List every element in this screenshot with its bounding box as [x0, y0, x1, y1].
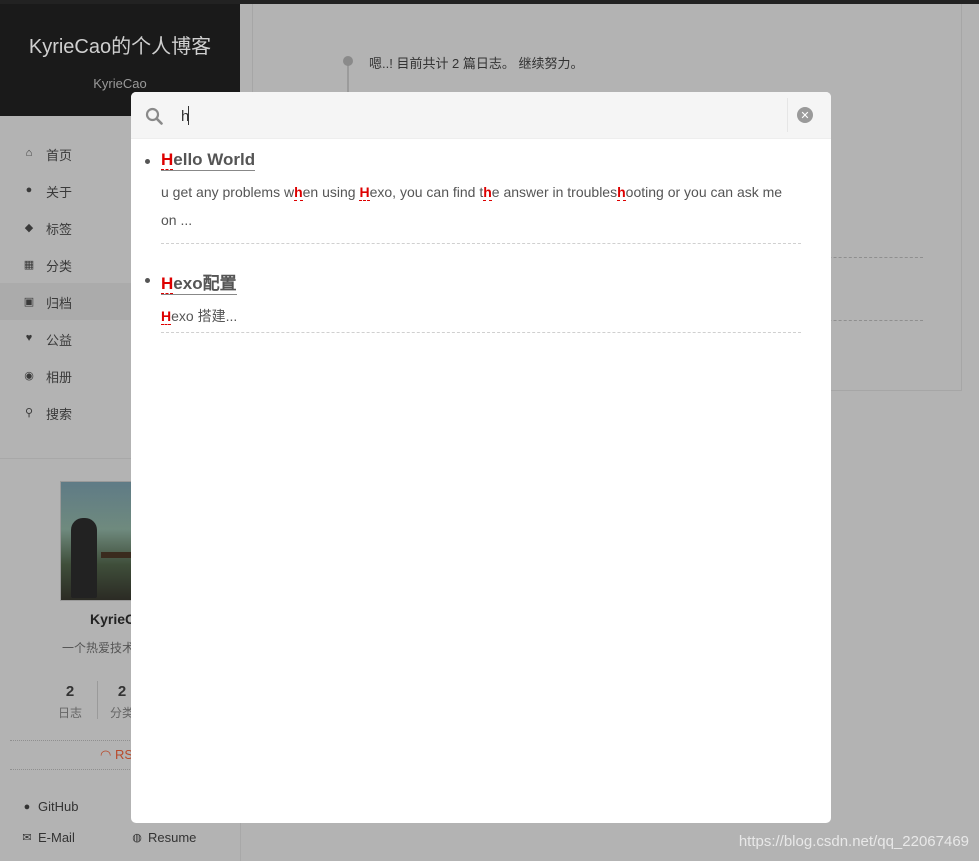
avatar-person-shape [71, 518, 97, 598]
search-icon: ⚲ [24, 406, 34, 419]
menu-item-label: 分类 [46, 259, 73, 274]
author-description: 一个热爱技术 [62, 641, 135, 655]
stat-divider [97, 681, 98, 719]
title-highlight: H [161, 274, 174, 294]
title-highlight: H [161, 150, 174, 170]
site-subtitle: KyrieCao [93, 76, 147, 91]
search-result-item: Hello World u get any problems when usin… [145, 150, 801, 244]
rss-icon: ◠ [100, 747, 115, 762]
close-icon[interactable]: ✕ [797, 107, 813, 123]
watermark: https://blog.csdn.net/qq_22067469 [738, 833, 969, 850]
rss-link[interactable]: ◠ RS [100, 747, 133, 763]
menu-item-label: 公益 [46, 333, 73, 348]
link-label: E-Mail [38, 830, 75, 845]
menu-item-label: 归档 [46, 296, 73, 311]
site-title[interactable]: KyrieCao的个人博客 [0, 30, 240, 59]
github-icon: ● [23, 800, 31, 813]
menu-item-label: 关于 [46, 185, 73, 200]
tags-icon: ◆ [24, 221, 34, 234]
menu-item-label: 相册 [46, 370, 73, 385]
search-input[interactable] [179, 102, 783, 130]
result-excerpt: u get any problems when using Hexo, you … [161, 184, 783, 228]
link-label: GitHub [38, 799, 79, 814]
result-title-link[interactable]: Hello World [161, 150, 256, 171]
home-icon: ⌂ [25, 147, 33, 159]
search-header: ✕ [131, 92, 831, 139]
list-bullet [145, 278, 150, 283]
archive-message: 嗯..! 目前共计 2 篇日志。 继续努力。 [369, 56, 584, 71]
envelope-icon: ✉ [22, 832, 32, 844]
title-text: ello World [173, 150, 256, 169]
archive-icon: ▣ [23, 295, 35, 308]
user-icon: ● [25, 184, 33, 196]
stat-label: 日志 [57, 706, 82, 720]
search-popup: ✕ Hello World u get any problems when us… [131, 92, 831, 823]
grid-icon: ▦ [23, 258, 35, 271]
menu-item-label: 标签 [46, 222, 73, 237]
title-text: exo配置 [173, 274, 237, 293]
heartbeat-icon: ♥ [25, 332, 33, 344]
search-result-item: Hexo配置 Hexo 搭建... [145, 269, 801, 333]
resume-link[interactable]: ◍ Resume [130, 830, 196, 845]
camera-icon: ◉ [24, 369, 34, 382]
menu-item-label: 首页 [46, 148, 73, 163]
result-excerpt: Hexo 搭建... [161, 308, 238, 325]
link-label: Resume [148, 830, 197, 845]
stat-count: 2 [65, 683, 75, 700]
timeline-dot [343, 56, 353, 66]
menu-item-label: 搜索 [46, 407, 73, 422]
author-name: KyrieC [90, 611, 136, 627]
list-bullet [145, 159, 150, 164]
search-icon [145, 107, 163, 125]
stat-posts[interactable]: 2 日志 [52, 683, 88, 721]
github-link[interactable]: ● GitHub [20, 799, 79, 814]
text-caret [188, 106, 189, 125]
result-title-link[interactable]: Hexo配置 [161, 274, 237, 295]
globe-icon: ◍ [132, 832, 142, 844]
header-separator [787, 98, 788, 132]
email-link[interactable]: ✉ E-Mail [20, 830, 75, 845]
